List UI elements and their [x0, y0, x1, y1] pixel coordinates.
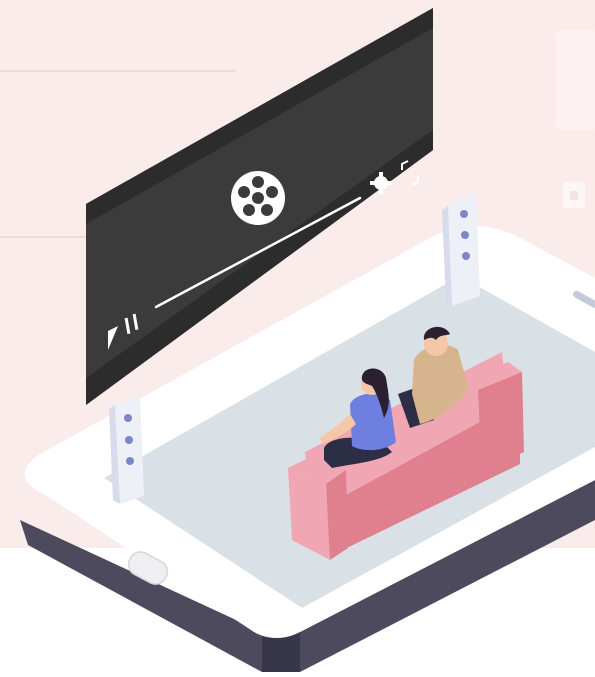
video-streaming-illustration [0, 0, 595, 672]
background-card [556, 30, 595, 130]
film-reel-icon [231, 171, 285, 225]
lock-icon [563, 182, 585, 208]
speaker-left [109, 396, 144, 504]
speaker-right [442, 192, 480, 306]
